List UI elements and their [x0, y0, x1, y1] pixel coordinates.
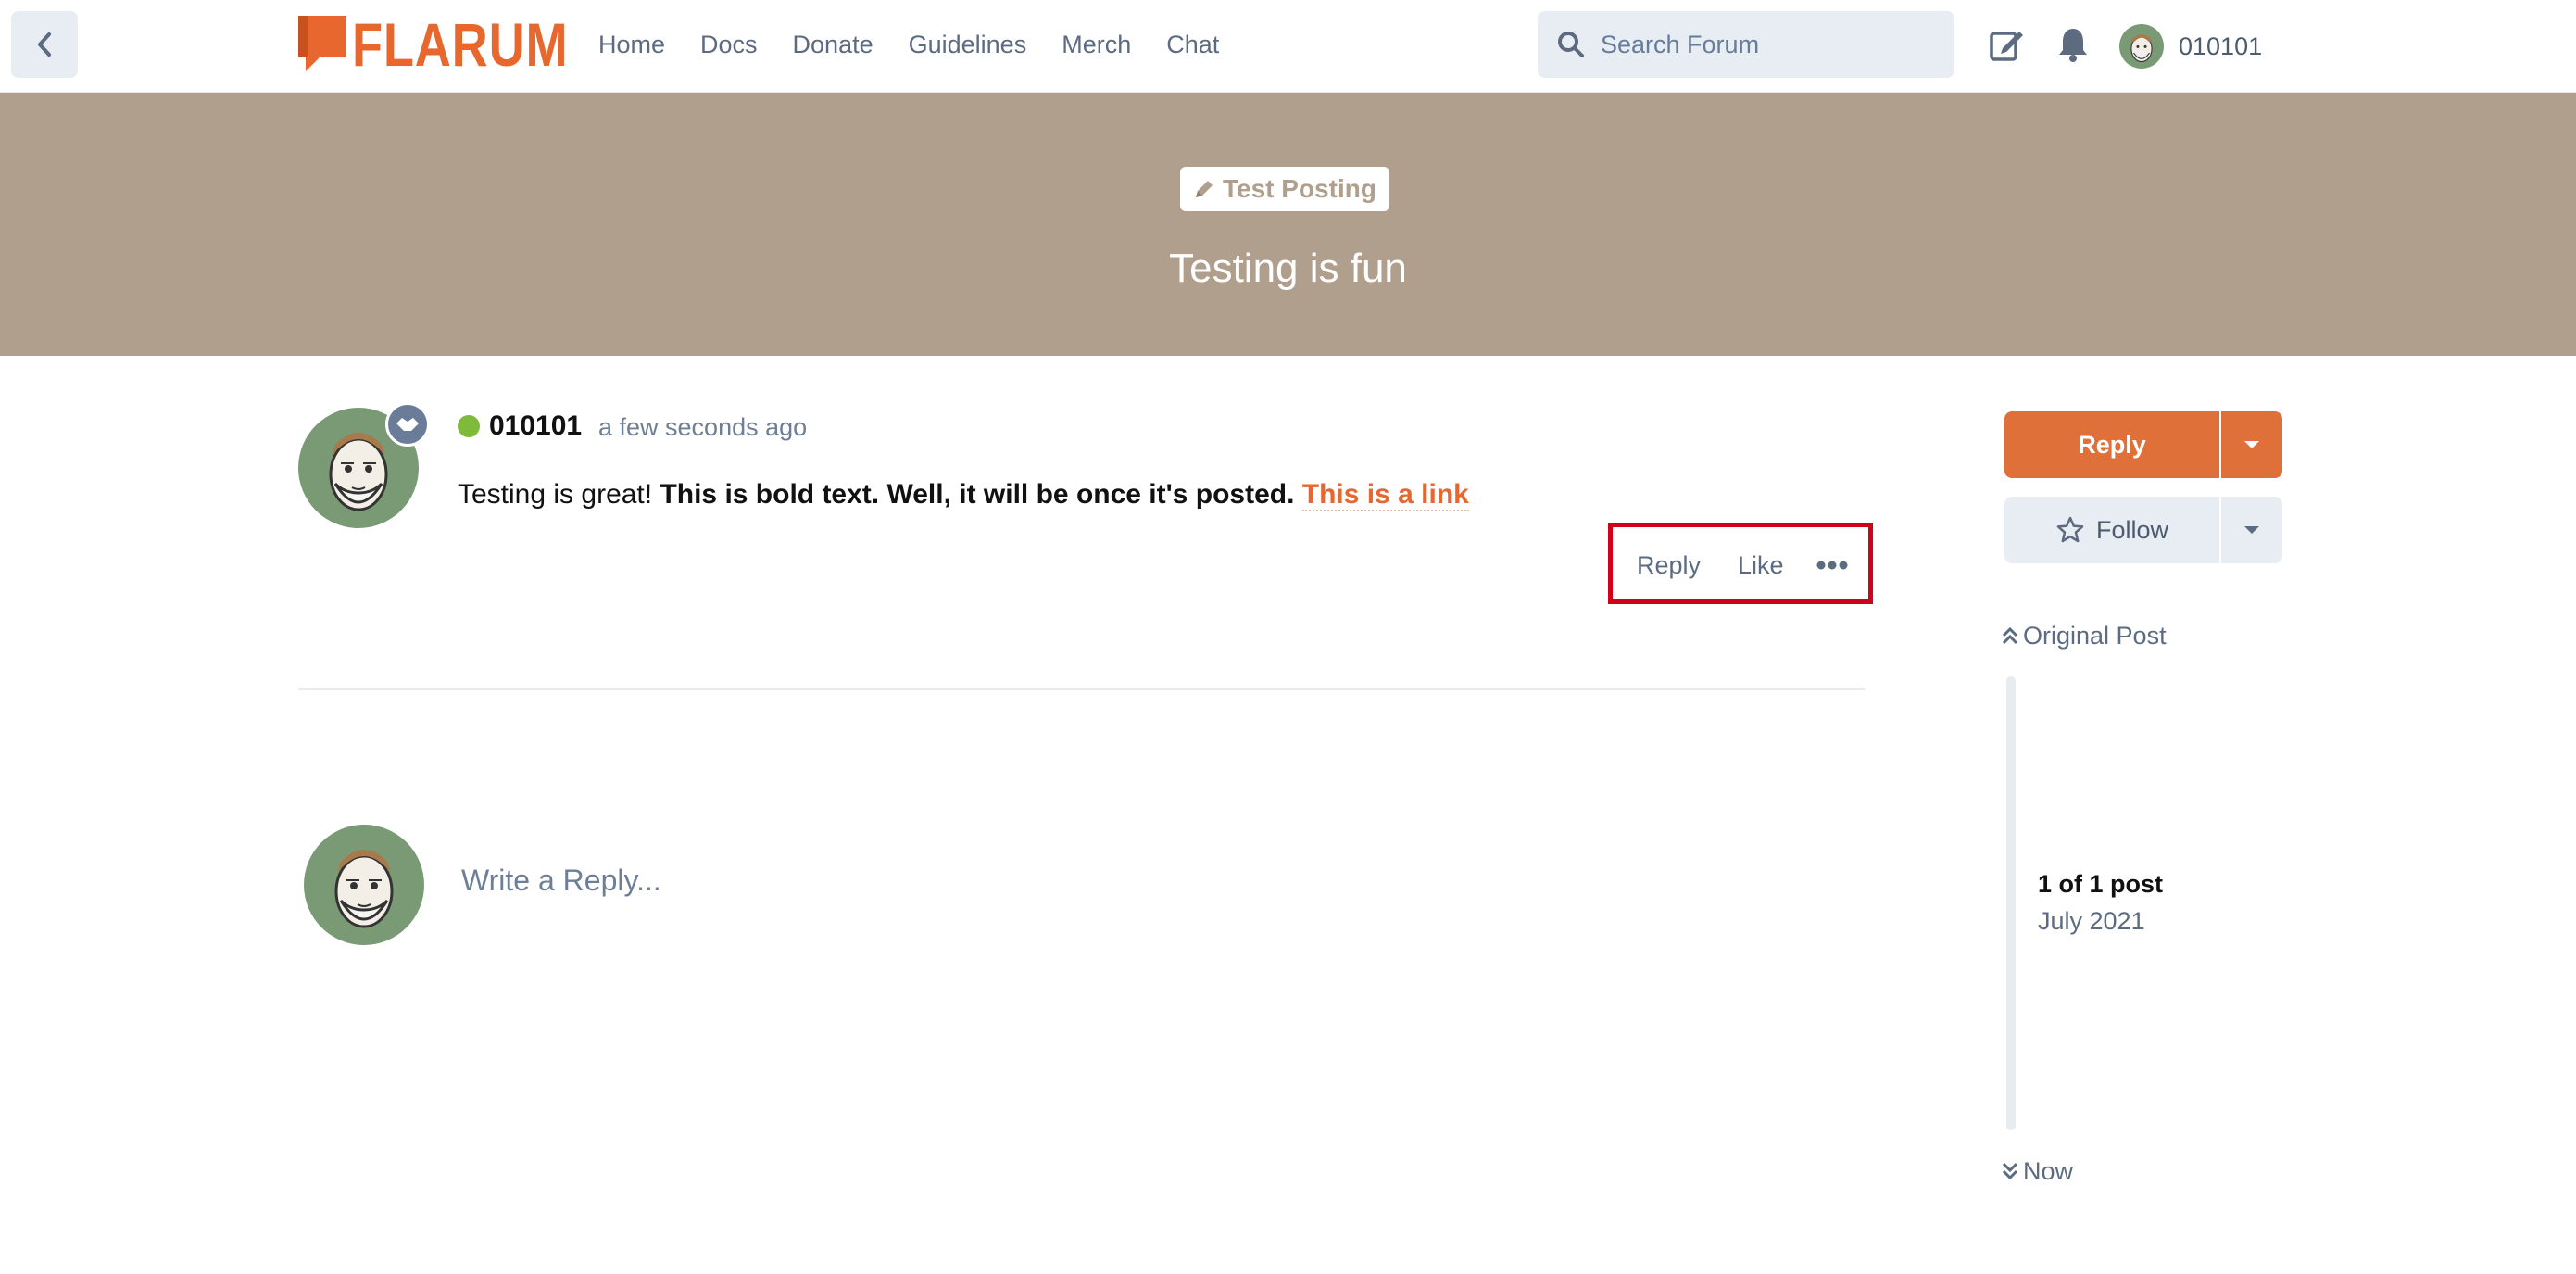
handshake-icon [396, 418, 419, 431]
scrubber-now[interactable]: Now [2001, 1154, 2073, 1188]
flarum-logo[interactable]: FLARUM [298, 13, 616, 76]
caret-down-icon [2244, 526, 2259, 534]
follow-label: Follow [2095, 515, 2169, 544]
back-button[interactable] [11, 11, 78, 78]
search-input[interactable]: Search Forum [1538, 11, 1954, 78]
post-link[interactable]: This is a link [1301, 479, 1469, 511]
tag-badge[interactable]: Test Posting [1180, 167, 1389, 211]
search-icon [1558, 32, 1584, 57]
avatar-face-icon [334, 850, 394, 928]
post-divider [298, 688, 1866, 690]
scrubber-count: 1 of 1 post [2038, 870, 2164, 898]
pencil-icon [1196, 181, 1213, 197]
post-body: Testing is great! This is bold text. Wel… [458, 476, 1469, 513]
more-icon[interactable] [1816, 554, 1849, 576]
header-username[interactable]: 010101 [2179, 28, 2262, 65]
follow-button[interactable]: Follow [2004, 497, 2219, 563]
search-placeholder: Search Forum [1601, 30, 1760, 58]
scrubber-original-post[interactable]: Original Post [2001, 619, 2167, 652]
online-indicator [458, 415, 480, 437]
discussion-title: Testing is fun [1169, 246, 1407, 291]
post-time[interactable]: a few seconds ago [598, 410, 807, 445]
nav-docs[interactable]: Docs [700, 26, 758, 63]
post-reply-button[interactable]: Reply [1637, 547, 1701, 584]
star-icon [2056, 516, 2084, 543]
user-group-badge [385, 402, 430, 447]
caret-down-icon [2244, 441, 2259, 448]
header: FLARUM Home Docs Donate Guidelines Merch… [0, 0, 2576, 93]
nav-home[interactable]: Home [598, 26, 665, 63]
avatar-face-icon [2130, 34, 2153, 63]
reply-avatar [304, 825, 424, 945]
user-avatar[interactable] [2119, 24, 2164, 69]
nav-donate[interactable]: Donate [793, 26, 873, 63]
double-chevron-down-icon [2002, 1162, 2018, 1180]
write-reply-placeholder[interactable]: Write a Reply... [461, 860, 661, 901]
discussion-hero [0, 93, 2576, 356]
original-post-label: Original Post [2023, 622, 2167, 650]
post-text: Testing is great! [458, 479, 660, 510]
compose-icon[interactable] [1988, 26, 2025, 63]
nav-guidelines[interactable]: Guidelines [909, 26, 1027, 63]
chevron-left-icon [38, 32, 51, 57]
scrubber-track[interactable] [2006, 676, 2016, 1130]
post-like-button[interactable]: Like [1738, 547, 1784, 584]
bell-icon[interactable] [2056, 26, 2090, 63]
follow-dropdown-button[interactable] [2221, 497, 2282, 563]
nav-merch[interactable]: Merch [1062, 26, 1131, 63]
post-bold-text: This is bold text. Well, it will be once… [660, 479, 1302, 510]
sidebar-reply-button[interactable]: Reply [2004, 411, 2219, 478]
logo-text: FLARUM [352, 10, 569, 79]
main-nav: Home Docs Donate Guidelines Merch Chat [598, 26, 1254, 63]
nav-chat[interactable]: Chat [1166, 26, 1219, 63]
double-chevron-up-icon [2002, 626, 2018, 645]
scrubber-date: July 2021 [2038, 907, 2145, 935]
post-author[interactable]: 010101 [489, 408, 582, 445]
now-label: Now [2023, 1157, 2074, 1185]
tag-label: Test Posting [1223, 174, 1376, 203]
flarum-logo-icon [298, 16, 346, 71]
reply-dropdown-button[interactable] [2221, 411, 2282, 478]
